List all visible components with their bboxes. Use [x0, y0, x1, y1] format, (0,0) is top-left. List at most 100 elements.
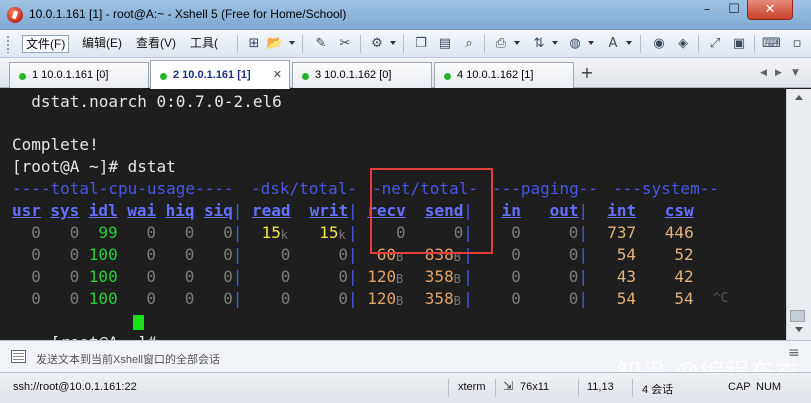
chevron-down-icon[interactable] [588, 41, 594, 45]
vertical-scrollbar[interactable] [786, 89, 811, 340]
chevron-down-icon[interactable] [289, 41, 295, 45]
xshell-app-icon[interactable] [7, 7, 23, 23]
toolbar-separator [403, 35, 404, 53]
cell-usr: 0 [31, 245, 41, 264]
status-sessions: 4 会话 [642, 384, 674, 396]
chevron-down-icon[interactable] [552, 41, 558, 45]
column-idl: idl [88, 201, 118, 220]
column-separator: | [578, 289, 589, 308]
status-separator [448, 379, 449, 397]
compose-window-icon[interactable] [11, 350, 26, 363]
cell-usr: 0 [31, 223, 41, 242]
group-dsk: -dsk/total- [251, 179, 357, 198]
cell-out: 0 [568, 267, 579, 286]
cell-siq: 0 [223, 289, 233, 308]
status-bar: ssh://root@10.0.1.161:22 xterm ⇲ 76x11 1… [0, 372, 811, 403]
scroll-up-icon[interactable] [795, 95, 803, 100]
cell-sys: 0 [69, 245, 80, 264]
keyboard-icon[interactable]: ⌨ [762, 35, 781, 53]
column-in: in [501, 201, 521, 220]
cell-int: 43 [616, 267, 637, 286]
toolbar-grip[interactable] [6, 35, 10, 53]
tab-label: 1 10.0.1.161 [0] [32, 69, 109, 81]
cell-hiq: 0 [184, 267, 195, 286]
cell-idl: 99 [98, 223, 118, 242]
scroll-thumb[interactable] [790, 310, 805, 322]
cell-csw: 42 [674, 267, 694, 286]
column-separator: | [578, 267, 589, 286]
terminal-line: [root@A ~]# dstat [12, 157, 176, 176]
open-folder-icon[interactable]: 📂 [266, 35, 284, 53]
maximize-button[interactable]: ☐ [721, 0, 747, 20]
copy-icon[interactable]: ❐ [412, 35, 430, 53]
menu-tools[interactable]: 工具( [187, 35, 221, 53]
tab-session-2[interactable]: 2 10.0.1.161 [1] ✕ [150, 60, 290, 89]
column-separator: | [232, 289, 243, 308]
reconnect-icon[interactable]: ✎ [312, 35, 330, 53]
window-title: 10.0.1.161 [1] - root@A:~ - Xshell 5 (Fr… [29, 7, 347, 21]
cell-out: 0 [568, 223, 579, 242]
group-paging: ---paging-- [492, 179, 598, 198]
column-separator: | [348, 223, 358, 242]
cell-read: 0 [280, 245, 291, 264]
tab-menu-icon[interactable]: ▼ [792, 68, 799, 78]
terminal-cursor [133, 315, 144, 330]
chevron-down-icon[interactable] [390, 41, 396, 45]
status-size: 76x11 [520, 381, 550, 393]
column-separator: | [348, 267, 358, 286]
tab-prev-icon[interactable]: ◀ [760, 68, 767, 78]
cell-recv-unit: B [396, 294, 404, 308]
cell-read: 15 [261, 223, 281, 242]
close-tab-icon[interactable]: ✕ [273, 63, 282, 87]
session-tab-bar: 1 10.0.1.161 [0] 2 10.0.1.161 [1] ✕ 3 10… [0, 58, 811, 89]
column-separator: | [232, 267, 243, 286]
terminal-view[interactable]: dstat.noarch 0:0.7.0-2.el6 Complete! [ro… [0, 89, 786, 352]
cell-in: 0 [511, 267, 521, 286]
compose-input[interactable]: 发送文本到当前Xshell窗口的全部会话 [36, 351, 220, 367]
help-icon[interactable]: ▫ [788, 35, 806, 53]
connected-status-icon [19, 73, 26, 80]
paste-icon[interactable]: ▤ [436, 35, 454, 53]
cell-wai: 0 [146, 289, 157, 308]
cell-in: 0 [511, 245, 521, 264]
cell-idl: 100 [88, 267, 118, 286]
menu-edit[interactable]: 编辑(E) [79, 35, 125, 53]
status-separator [495, 379, 496, 397]
cell-csw: 446 [664, 223, 694, 242]
tab-session-3[interactable]: 3 10.0.1.162 [0] [292, 62, 432, 88]
properties-icon[interactable]: ⚙ [368, 35, 386, 53]
lock-icon[interactable]: ▣ [730, 35, 748, 53]
terminal-size-icon: ⇲ [503, 379, 514, 393]
disconnect-icon[interactable]: ✂ [336, 35, 354, 53]
scroll-down-icon[interactable] [795, 327, 803, 332]
globe-icon[interactable]: ◍ [566, 35, 584, 53]
cell-wai: 0 [146, 223, 157, 242]
terminal-prompt: [root@A ~]# [12, 310, 166, 352]
tab-session-4[interactable]: 4 10.0.1.162 [1] [434, 62, 574, 88]
new-session-icon[interactable]: ⊞ [245, 35, 263, 53]
tab-label: 2 10.0.1.161 [1] [173, 69, 251, 81]
column-int: int [607, 201, 637, 220]
close-button[interactable]: ✕ [747, 0, 793, 20]
font-icon[interactable]: A [604, 35, 622, 53]
fullscreen-icon[interactable]: ⤢ [706, 35, 724, 53]
add-tab-button[interactable]: + [576, 62, 598, 86]
tab-next-icon[interactable]: ▶ [775, 68, 782, 78]
find-icon[interactable]: ⌕ [460, 35, 478, 53]
connected-status-icon [302, 73, 309, 80]
menu-view[interactable]: 查看(V) [133, 35, 179, 53]
chevron-down-icon[interactable] [514, 41, 520, 45]
chevron-down-icon[interactable] [626, 41, 632, 45]
transfer-icon[interactable]: ⇅ [530, 35, 548, 53]
column-separator: | [232, 245, 243, 264]
keyboard-lock-icon[interactable]: ◈ [674, 35, 692, 53]
print-icon[interactable]: ⎙ [492, 35, 510, 53]
cell-read: 0 [280, 267, 291, 286]
column-siq: siq [204, 201, 233, 220]
column-read: read [252, 201, 291, 220]
tab-session-1[interactable]: 1 10.0.1.161 [0] [9, 62, 149, 88]
menu-file[interactable]: 文件(F) [22, 35, 70, 53]
status-num: NUM [756, 381, 782, 393]
minimize-button[interactable]: – [693, 0, 721, 20]
script-icon[interactable]: ◉ [650, 35, 668, 53]
